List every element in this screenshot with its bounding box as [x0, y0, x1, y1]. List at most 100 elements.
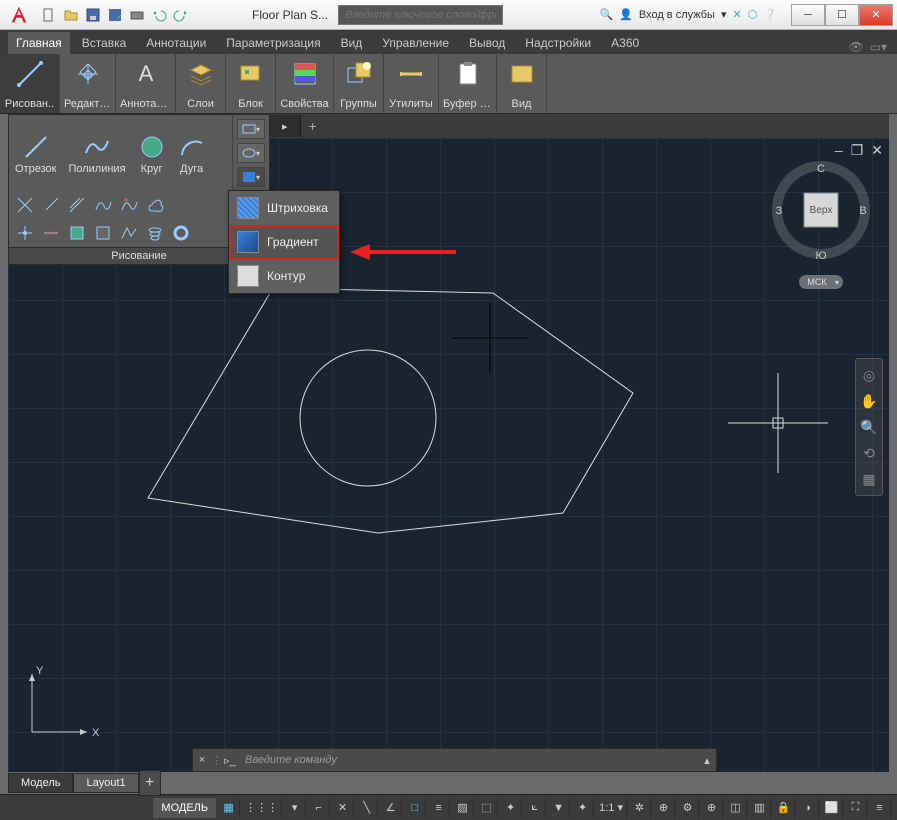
sb-snap-icon[interactable]: ⋮⋮⋮	[242, 798, 282, 818]
doc-minimize-icon[interactable]: –	[835, 142, 843, 159]
sb-hardware-icon[interactable]: ⬜	[821, 798, 843, 818]
sb-otrack-icon[interactable]: ∠	[380, 798, 402, 818]
signin-icon[interactable]: 👤	[619, 8, 633, 21]
qat-undo-icon[interactable]	[148, 4, 170, 26]
panel-annotate[interactable]: A Аннотац...	[116, 54, 176, 113]
file-tab-new[interactable]: +	[301, 115, 325, 137]
panel-block[interactable]: Блок	[226, 54, 276, 113]
panel-utilities[interactable]: Утилиты	[384, 54, 439, 113]
ribbon-featured-icon[interactable]: 👁	[848, 40, 863, 54]
qat-redo-icon[interactable]	[170, 4, 192, 26]
sb-units-icon[interactable]: ◫	[725, 798, 747, 818]
sb-annoscale-label[interactable]: 1:1 ▾	[596, 798, 627, 818]
cmdline-grip-icon[interactable]: ⋮	[211, 754, 219, 767]
tool-region-icon[interactable]	[67, 223, 87, 243]
panel-properties[interactable]: Свойства	[276, 54, 334, 113]
tool-polyline[interactable]: Полилиния	[62, 129, 131, 177]
tool-mline-icon[interactable]	[67, 195, 87, 215]
sb-transparency-icon[interactable]: ▨	[452, 798, 474, 818]
nav-zoom-icon[interactable]: 🔍	[859, 417, 879, 437]
tool-spline-icon[interactable]	[93, 195, 113, 215]
cmdline-close-icon[interactable]: ×	[193, 754, 211, 766]
sb-lineweight-icon[interactable]: ≡	[428, 798, 450, 818]
sb-workspace-icon[interactable]: ⚙	[677, 798, 699, 818]
sb-osnap-icon[interactable]: □	[404, 798, 426, 818]
panel-layers[interactable]: Слои	[176, 54, 226, 113]
tool-rectangle-flyout[interactable]: ▾	[237, 119, 265, 139]
signin-label[interactable]: Вход в службы	[639, 9, 715, 21]
cmdline-input[interactable]: Введите команду	[241, 754, 698, 766]
tab-manage[interactable]: Управление	[374, 32, 457, 54]
sb-polar-icon[interactable]: ✕	[332, 798, 354, 818]
tab-addins[interactable]: Надстройки	[517, 32, 599, 54]
panel-modify[interactable]: Редакти...	[60, 54, 116, 113]
tool-arc[interactable]: Дуга	[172, 129, 212, 177]
tab-view[interactable]: Вид	[333, 32, 371, 54]
sb-3dosnap-icon[interactable]: ✦	[500, 798, 522, 818]
exchange-icon[interactable]: ✕	[732, 8, 741, 21]
layout-tab-model[interactable]: Модель	[8, 773, 73, 793]
nav-pan-icon[interactable]: ✋	[859, 391, 879, 411]
tool-circle[interactable]: Круг	[132, 129, 172, 177]
flyout-gradient[interactable]: Градиент	[229, 225, 339, 259]
sb-autoscale-icon[interactable]: ⊕	[653, 798, 675, 818]
sb-isodraft-icon[interactable]: ╲	[356, 798, 378, 818]
window-minimize-button[interactable]: ─	[791, 4, 825, 26]
tab-a360[interactable]: A360	[603, 32, 647, 54]
tool-spline-cv-icon[interactable]	[119, 195, 139, 215]
flyout-boundary[interactable]: Контур	[229, 259, 339, 293]
sb-snap-dropdown[interactable]: ▾	[284, 798, 306, 818]
sb-model-button[interactable]: МОДЕЛЬ	[153, 798, 216, 818]
infocenter-search-input[interactable]	[338, 5, 503, 25]
panel-groups[interactable]: Группы	[334, 54, 384, 113]
tool-hatch-flyout[interactable]: ▾	[237, 167, 265, 187]
doc-restore-icon[interactable]: ❐	[851, 142, 864, 159]
layout-tab-layout1[interactable]: Layout1	[73, 773, 138, 793]
flyout-hatch[interactable]: Штриховка	[229, 191, 339, 225]
tab-home[interactable]: Главная	[8, 32, 70, 54]
tool-xline-icon[interactable]	[15, 195, 35, 215]
tab-annotate[interactable]: Аннотации	[138, 32, 214, 54]
sb-dynucs-icon[interactable]: ⟀	[524, 798, 546, 818]
tool-helix-icon[interactable]	[145, 223, 165, 243]
qat-open-icon[interactable]	[60, 4, 82, 26]
qat-saveas-icon[interactable]	[104, 4, 126, 26]
sb-ortho-icon[interactable]: ⌐	[308, 798, 330, 818]
tool-divide-icon[interactable]	[41, 223, 61, 243]
sb-filter-icon[interactable]: ▼	[548, 798, 570, 818]
nav-showmotion-icon[interactable]: ▦	[859, 469, 879, 489]
tool-point-icon[interactable]	[15, 223, 35, 243]
panel-view[interactable]: Вид	[497, 54, 547, 113]
tool-donut-icon[interactable]	[171, 223, 191, 243]
sb-lockui-icon[interactable]: 🔒	[773, 798, 795, 818]
doc-close-icon[interactable]: ✕	[871, 142, 883, 159]
qat-save-icon[interactable]	[82, 4, 104, 26]
window-maximize-button[interactable]: ☐	[825, 4, 859, 26]
a360-icon[interactable]: ⬡	[748, 8, 758, 21]
tool-3dpoly-icon[interactable]	[119, 223, 139, 243]
sb-cycling-icon[interactable]: ⬚	[476, 798, 498, 818]
tool-ellipse-flyout[interactable]: ▾	[237, 143, 265, 163]
sb-isolate-icon[interactable]: ◑	[797, 798, 819, 818]
sb-customize-icon[interactable]: ≡	[869, 798, 891, 818]
file-tab-start[interactable]: ▸	[270, 115, 301, 137]
tool-wipeout-icon[interactable]	[93, 223, 113, 243]
ribbon-expand-icon[interactable]: ▭▾	[870, 40, 887, 54]
qat-plot-icon[interactable]	[126, 4, 148, 26]
help-icon[interactable]: ❔	[763, 8, 777, 21]
viewcube[interactable]: Верх С Ю В З МСК ▾	[771, 160, 871, 290]
panel-clipboard[interactable]: Буфер о...	[439, 54, 497, 113]
sb-annovisibility-icon[interactable]: ✲	[629, 798, 651, 818]
signin-dropdown-icon[interactable]: ▾	[721, 8, 727, 21]
sb-annotation-monitor-icon[interactable]: ⊕	[701, 798, 723, 818]
command-line[interactable]: × ⋮ ▹_ Введите команду ▴	[192, 748, 717, 772]
cmdline-recent-icon[interactable]: ▴	[698, 754, 716, 767]
nav-orbit-icon[interactable]: ⟲	[859, 443, 879, 463]
sb-cleanscreen-icon[interactable]: ⛶	[845, 798, 867, 818]
nav-wheel-icon[interactable]: ◎	[859, 365, 879, 385]
tab-insert[interactable]: Вставка	[74, 32, 135, 54]
sb-gizmo-icon[interactable]: ✦	[572, 798, 594, 818]
tool-revcloud-icon[interactable]	[145, 195, 165, 215]
layout-tab-new[interactable]: +	[139, 770, 161, 796]
tool-ray-icon[interactable]	[41, 195, 61, 215]
